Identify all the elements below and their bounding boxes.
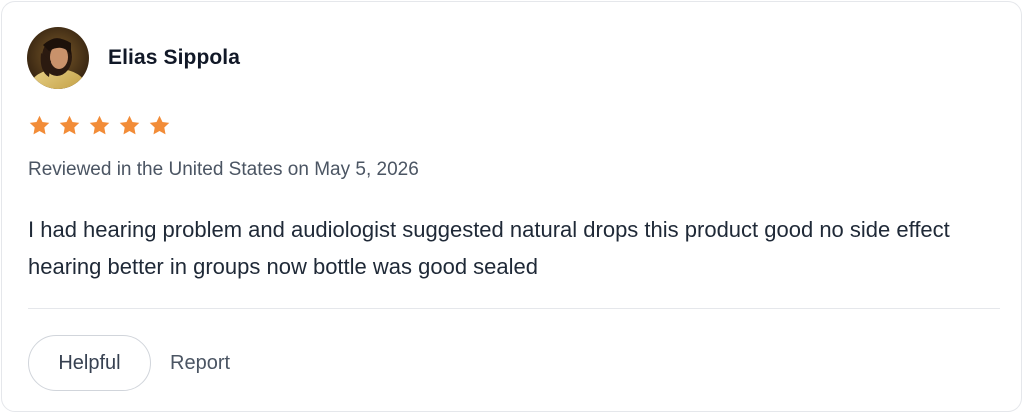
review-text: I had hearing problem and audiologist su… bbox=[28, 217, 950, 279]
star-icon bbox=[119, 115, 140, 135]
reviewer-header: Elias Sippola bbox=[27, 27, 240, 89]
star-rating bbox=[28, 114, 171, 137]
review-card: Elias Sippola Reviewed in the United Sta… bbox=[1, 1, 1022, 412]
star-icon bbox=[149, 115, 170, 135]
helpful-button[interactable]: Helpful bbox=[28, 335, 151, 391]
star-icon bbox=[89, 115, 110, 135]
reviewer-name: Elias Sippola bbox=[108, 46, 241, 69]
avatar bbox=[27, 27, 89, 89]
review-meta: Reviewed in the United States on May 5, … bbox=[28, 159, 419, 180]
divider bbox=[28, 308, 1000, 309]
review-actions: Helpful Report bbox=[28, 335, 230, 391]
star-icon bbox=[29, 115, 50, 135]
report-link[interactable]: Report bbox=[170, 352, 230, 375]
star-icon bbox=[59, 115, 80, 135]
